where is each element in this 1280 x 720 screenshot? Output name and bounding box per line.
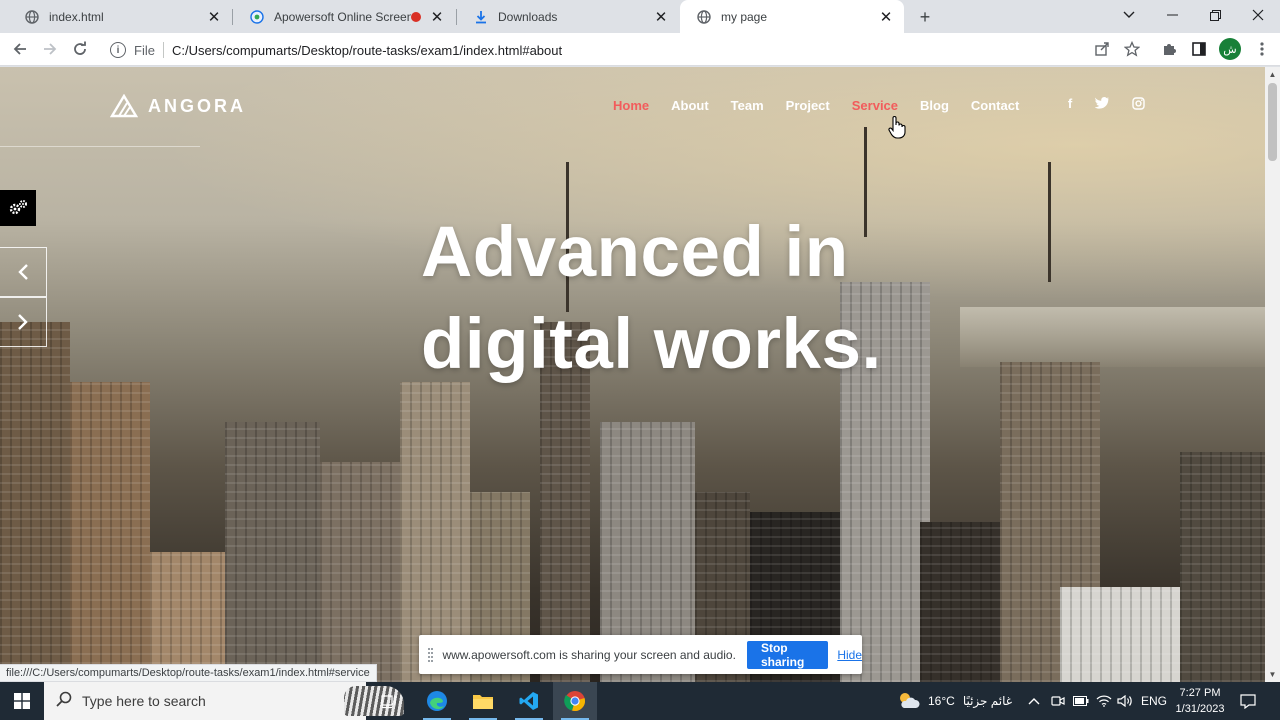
search-icon [56,691,72,712]
scheme-label: File [134,42,155,58]
bookmark-star-icon[interactable] [1120,37,1144,61]
hide-link[interactable]: Hide [837,648,862,662]
input-language[interactable]: ENG [1141,682,1167,720]
nav-blog[interactable]: Blog [920,98,949,113]
side-panel-icon[interactable] [1187,37,1211,61]
page-scrollbar[interactable]: ▲ ▼ [1265,67,1280,682]
notification-center-icon[interactable] [1240,682,1256,720]
kebab-menu-icon[interactable] [1250,37,1274,61]
river-strip [960,307,1265,367]
windows-taskbar: Type here to search 16°C غائم جزئيًا ENG [0,682,1280,720]
recording-indicator-icon [411,11,421,22]
wifi-icon[interactable] [1096,682,1112,720]
header-divider [0,146,200,147]
close-icon[interactable]: ✕ [206,9,222,26]
share-icon[interactable] [1090,37,1114,61]
show-hidden-icons-chevron-icon[interactable] [1028,682,1040,720]
apowersoft-icon [249,9,265,25]
hero-headline: Advanced in digital works. [421,207,941,391]
tab-title: Downloads [498,9,558,24]
info-icon[interactable]: i [110,42,126,58]
tab-downloads[interactable]: Downloads ✕ [457,0,679,33]
nav-about[interactable]: About [671,98,709,113]
tab-search-chevron-icon[interactable] [1107,0,1151,30]
chevron-right-icon [18,314,28,330]
close-window-icon[interactable] [1236,0,1280,30]
browser-toolbar: i File C:/Users/compumarts/Desktop/route… [0,33,1280,66]
globe-icon [24,9,40,25]
forward-arrow-icon[interactable] [38,37,62,61]
clock-time: 7:27 PM [1179,687,1221,699]
minimize-icon[interactable] [1150,0,1194,30]
tab-title: my page [721,9,768,24]
new-tab-button[interactable]: + [914,6,936,28]
clock-date: 1/31/2023 [1175,703,1225,715]
nav-team[interactable]: Team [731,98,764,113]
instagram-icon[interactable] [1130,95,1146,111]
link-status-bar: file:///C:/Users/compumarts/Desktop/rout… [0,664,377,682]
chevron-left-icon [18,264,28,280]
brand-logo[interactable]: ANGORA [110,94,246,118]
main-nav: Home About Team Project Service Blog Con… [613,98,1041,113]
hero-headline-line-1: Advanced in [421,213,849,292]
edge-icon[interactable] [415,682,459,720]
close-icon[interactable]: ✕ [653,9,669,26]
close-icon[interactable]: ✕ [878,9,894,26]
stop-sharing-button[interactable]: Stop sharing [746,640,829,669]
hero-headline-line-2: digital works. [421,305,882,384]
tab-title: index.html [49,9,104,24]
scroll-up-icon[interactable]: ▲ [1265,67,1280,82]
tab-index-html[interactable]: index.html ✕ [8,0,232,33]
weather-description: غائم جزئيًا [962,694,1013,708]
nav-contact[interactable]: Contact [971,98,1019,113]
extensions-puzzle-icon[interactable] [1157,37,1181,61]
close-icon[interactable]: ✕ [429,9,445,26]
partly-cloudy-icon [896,691,920,712]
tab-my-page[interactable]: my page ✕ [680,0,904,33]
globe-icon [696,9,712,25]
vscode-icon[interactable] [507,682,551,720]
windows-start-icon[interactable] [0,682,44,720]
url-text[interactable]: C:/Users/compumarts/Desktop/route-tasks/… [172,43,562,58]
restore-icon[interactable] [1193,0,1237,30]
battery-icon[interactable] [1073,682,1089,720]
omnibox-divider [162,42,164,58]
scroll-down-icon[interactable]: ▼ [1265,667,1280,682]
reload-icon[interactable] [68,37,92,61]
tab-title: Apowersoft Online Screen Re [274,9,411,24]
chrome-icon[interactable] [553,682,597,720]
download-icon [473,9,489,25]
weather-temperature: 16°C [928,694,955,708]
back-arrow-icon[interactable] [8,37,32,61]
slider-prev-button[interactable] [0,247,47,297]
taskbar-search-box[interactable]: Type here to search [44,682,404,720]
address-bar[interactable]: i File C:/Users/compumarts/Desktop/route… [100,36,1150,64]
scrollbar-thumb[interactable] [1268,83,1277,161]
sharing-message: www.apowersoft.com is sharing your scree… [442,647,736,662]
volume-icon[interactable] [1117,682,1133,720]
facebook-icon[interactable]: f [1062,95,1078,111]
twitter-icon[interactable] [1094,95,1110,111]
brand-name: ANGORA [148,95,246,116]
slider-next-button[interactable] [0,297,47,347]
nav-home[interactable]: Home [613,98,649,113]
nav-service[interactable]: Service [852,98,898,113]
drag-handle-icon[interactable] [428,647,434,662]
page-viewport: ANGORA Home About Team Project Service B… [0,67,1265,682]
tab-strip: index.html ✕ Apowersoft Online Screen Re… [0,0,1280,33]
search-placeholder: Type here to search [82,693,206,709]
file-explorer-icon[interactable] [461,682,505,720]
system-clock[interactable]: 7:27 PM 1/31/2023 [1170,685,1230,717]
nav-project[interactable]: Project [786,98,830,113]
hand-cursor-icon [888,115,906,144]
gears-icon [9,200,27,215]
screen-sharing-bar: www.apowersoft.com is sharing your scree… [419,635,862,674]
task-view-icon[interactable] [368,682,412,720]
tab-apowersoft[interactable]: Apowersoft Online Screen Re ✕ [233,0,455,33]
meet-now-icon[interactable] [1051,682,1065,720]
settings-gears-button[interactable] [0,190,36,226]
profile-avatar[interactable]: ش [1219,38,1241,60]
triangle-logo-icon [110,94,138,118]
weather-widget[interactable]: 16°C غائم جزئيًا [896,682,1012,720]
